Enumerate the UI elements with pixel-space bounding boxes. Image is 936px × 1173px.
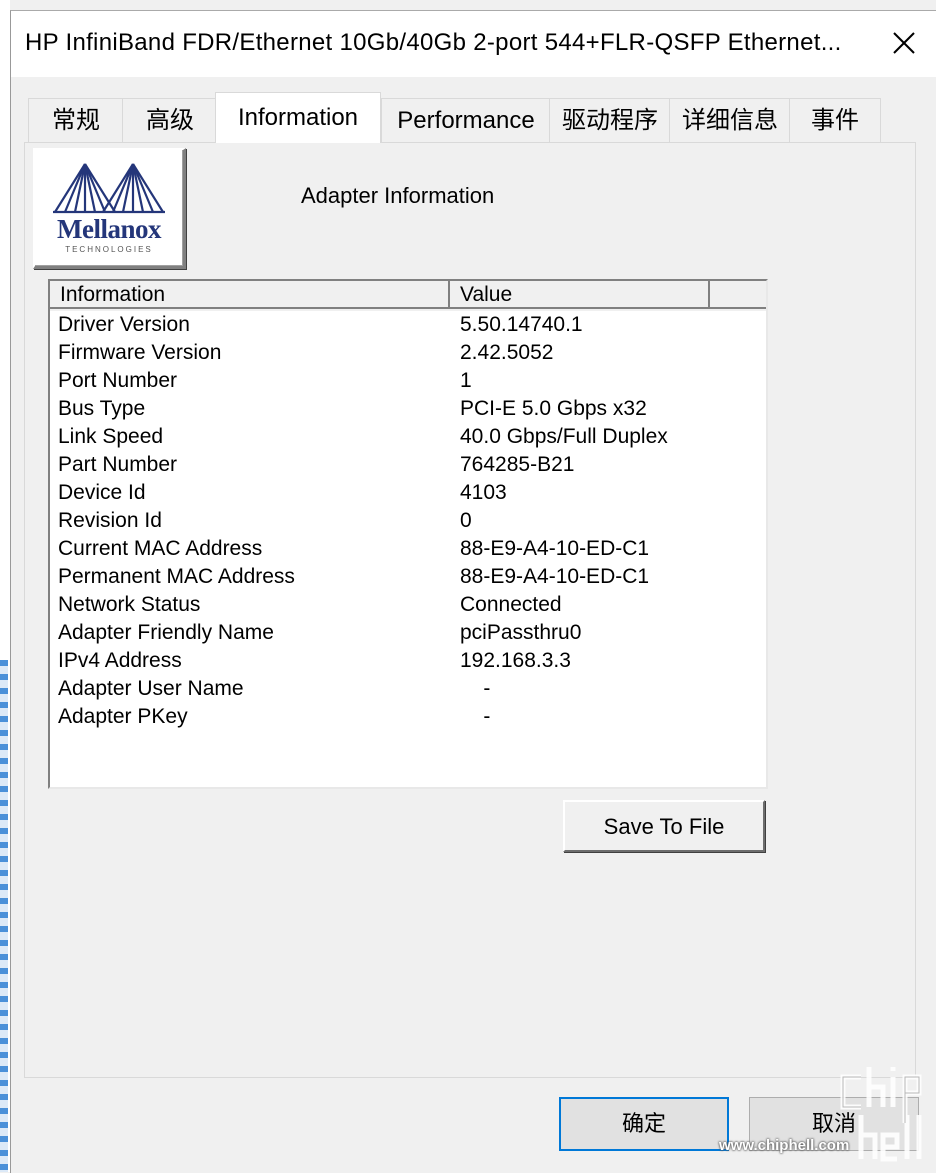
tab-performance[interactable]: Performance [381, 98, 551, 142]
section-title: Adapter Information [301, 183, 495, 208]
table-row[interactable]: Firmware Version 2.42.5052 [50, 339, 766, 367]
row-info-value: 88-E9-A4-10-ED-C1 [460, 565, 650, 588]
properties-dialog: HP InfiniBand FDR/Ethernet 10Gb/40Gb 2-p… [10, 10, 936, 1173]
row-info-value: - [460, 705, 491, 728]
tab-strip: 常规 高级 Information Performance 驱动程序 详细信息 … [28, 92, 888, 144]
row-info-value: 0 [460, 509, 472, 532]
row-info-value: 764285-B21 [460, 453, 575, 476]
logo-subtitle: TECHNOLOGIES [65, 245, 153, 254]
row-info-value: 88-E9-A4-10-ED-C1 [460, 537, 650, 560]
row-info-name: Firmware Version [58, 341, 222, 364]
row-info-value: - [460, 677, 491, 700]
row-info-name: Current MAC Address [58, 537, 263, 560]
window-title: HP InfiniBand FDR/Ethernet 10Gb/40Gb 2-p… [25, 29, 842, 56]
row-info-value: 2.42.5052 [460, 341, 554, 364]
table-row[interactable]: Device Id 4103 [50, 479, 766, 507]
table-row[interactable]: Adapter User Name - [50, 675, 766, 703]
tab-details[interactable]: 详细信息 [669, 98, 791, 142]
table-row[interactable]: Port Number 1 [50, 367, 766, 395]
tab-driver[interactable]: 驱动程序 [549, 98, 671, 142]
cancel-button[interactable]: 取消 [749, 1097, 919, 1151]
column-header-filler [710, 281, 766, 309]
row-info-name: Driver Version [58, 313, 190, 336]
row-info-value: 5.50.14740.1 [460, 313, 583, 336]
ok-button[interactable]: 确定 [559, 1097, 729, 1151]
table-row[interactable]: Link Speed 40.0 Gbps/Full Duplex [50, 423, 766, 451]
row-info-name: Adapter PKey [58, 705, 188, 728]
background-window-edge [0, 0, 10, 1172]
table-row[interactable]: IPv4 Address 192.168.3.3 [50, 647, 766, 675]
row-info-name: Permanent MAC Address [58, 565, 295, 588]
column-header-information[interactable]: Information [50, 281, 450, 309]
tab-events[interactable]: 事件 [789, 98, 881, 142]
row-info-name: Port Number [58, 369, 178, 392]
table-row[interactable]: Adapter PKey - [50, 703, 766, 731]
row-info-name: Adapter Friendly Name [58, 621, 274, 644]
row-info-value: Connected [460, 593, 562, 616]
table-row[interactable]: Network Status Connected [50, 591, 766, 619]
row-info-name: Part Number [58, 453, 178, 476]
close-button[interactable] [882, 23, 926, 63]
table-row[interactable]: Part Number 764285-B21 [50, 451, 766, 479]
mellanox-logo: Mellanox TECHNOLOGIES [33, 148, 186, 269]
row-info-name: IPv4 Address [58, 649, 182, 672]
row-info-name: Device Id [58, 481, 146, 504]
row-info-name: Bus Type [58, 397, 146, 420]
row-info-value: 4103 [460, 481, 507, 504]
table-row[interactable]: Bus Type PCI-E 5.0 Gbps x32 [50, 395, 766, 423]
list-header: Information Value [50, 281, 766, 311]
tab-general[interactable]: 常规 [28, 98, 124, 142]
tab-advanced[interactable]: 高级 [122, 98, 218, 142]
tab-information[interactable]: Information [215, 92, 381, 143]
table-row[interactable]: Permanent MAC Address 88-E9-A4-10-ED-C1 [50, 563, 766, 591]
save-to-file-button[interactable]: Save To File [563, 800, 765, 852]
table-row[interactable]: Current MAC Address 88-E9-A4-10-ED-C1 [50, 535, 766, 563]
row-info-value: 192.168.3.3 [460, 649, 571, 672]
background-list-stripes [0, 660, 8, 1172]
row-info-value: PCI-E 5.0 Gbps x32 [460, 397, 647, 420]
row-info-name: Network Status [58, 593, 201, 616]
close-icon [893, 32, 915, 54]
row-info-name: Revision Id [58, 509, 162, 532]
mellanox-bridge-icon [53, 163, 165, 214]
column-header-value[interactable]: Value [450, 281, 710, 309]
adapter-info-list[interactable]: Information Value Driver Version 5.50.147… [48, 279, 768, 789]
row-info-value: pciPassthru0 [460, 621, 582, 644]
logo-wordmark: Mellanox [57, 214, 162, 244]
table-row[interactable]: Revision Id 0 [50, 507, 766, 535]
table-row[interactable]: Adapter Friendly Name pciPassthru0 [50, 619, 766, 647]
list-body: Driver Version 5.50.14740.1 Firmware Versi… [50, 311, 766, 731]
row-info-value: 40.0 Gbps/Full Duplex [460, 425, 668, 448]
information-panel: Mellanox TECHNOLOGIES Adapter Informatio… [24, 142, 916, 1078]
row-info-name: Adapter User Name [58, 677, 244, 700]
table-row[interactable]: Driver Version 5.50.14740.1 [50, 311, 766, 339]
row-info-value: 1 [460, 369, 472, 392]
row-info-name: Link Speed [58, 425, 164, 448]
title-bar[interactable]: HP InfiniBand FDR/Ethernet 10Gb/40Gb 2-p… [11, 11, 936, 77]
